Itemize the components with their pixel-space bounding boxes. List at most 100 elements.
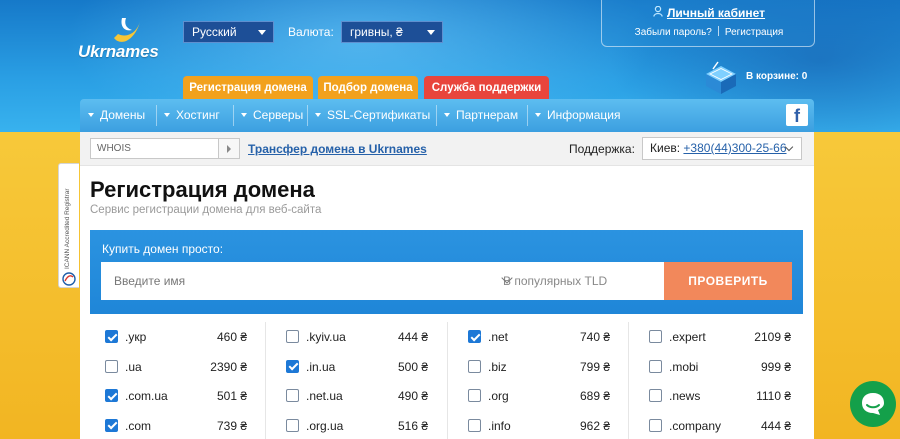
tld-row[interactable]: .org 689 ₴ (453, 381, 618, 411)
tld-checkbox[interactable] (286, 359, 299, 373)
currency-label: Валюта: (288, 25, 334, 39)
tld-price: 460 ₴ (216, 330, 247, 344)
tld-row[interactable]: .expert 2109 ₴ (634, 322, 799, 352)
tld-row[interactable]: .in.ua 500 ₴ (271, 352, 436, 382)
tld-checkbox[interactable] (105, 330, 118, 343)
tld-row[interactable]: .net 740 ₴ (453, 322, 618, 352)
nav-item-ssl[interactable]: SSL-Сертификаты (307, 99, 430, 132)
nav-item-partners[interactable]: Партнерам (436, 99, 518, 132)
tld-row[interactable]: .com.ua 501 ₴ (90, 381, 255, 411)
tld-row[interactable]: .company 444 ₴ (634, 411, 799, 439)
tld-checkbox[interactable] (468, 389, 481, 402)
tld-checkbox[interactable] (468, 330, 481, 343)
tld-price: 500 ₴ (397, 359, 428, 374)
tab-domain-registration[interactable]: Регистрация домена (183, 76, 313, 100)
tld-name: .in.ua (306, 359, 336, 374)
tld-price: 444 ₴ (760, 418, 791, 433)
tld-name: .org (488, 389, 509, 403)
tld-checkbox[interactable] (649, 389, 662, 402)
tld-name: .news (669, 389, 701, 403)
tld-name: .kyiv.ua (306, 330, 346, 344)
tld-checkbox[interactable] (105, 418, 118, 432)
search-label: Купить домен просто: (102, 242, 224, 256)
arrow-right-icon (227, 145, 231, 153)
icann-logo-icon (62, 272, 76, 286)
nav-item-servers[interactable]: Серверы (233, 99, 303, 132)
tld-price: 444 ₴ (397, 330, 428, 344)
tld-checkbox[interactable] (649, 418, 662, 432)
tld-row[interactable]: .net.ua 490 ₴ (271, 381, 436, 411)
caret-down-icon (88, 113, 94, 117)
domain-search-box: Купить домен просто: Введите имя В попул… (90, 230, 803, 314)
nav-item-label: SSL-Сертификаты (327, 108, 431, 122)
column-divider (265, 322, 266, 439)
tld-name: .biz (488, 359, 507, 374)
tld-column: .kyiv.ua 444 ₴ .in.ua 500 ₴ .net.ua 490 ₴ .org… (271, 322, 436, 439)
tld-checkbox[interactable] (105, 389, 118, 402)
caret-down-icon (444, 113, 450, 117)
nav-item-domains[interactable]: Домены (80, 99, 145, 132)
tld-name: .net (488, 330, 509, 344)
tld-row[interactable]: .news 1110 ₴ (634, 381, 799, 411)
nav-item-label: Хостинг (176, 108, 220, 122)
currency-select[interactable]: гривны, ₴ (341, 21, 443, 43)
nav-item-hosting[interactable]: Хостинг (156, 99, 220, 132)
nav-item-label: Домены (100, 108, 146, 122)
user-icon (653, 5, 663, 20)
check-button[interactable]: ПРОВЕРИТЬ (664, 262, 792, 300)
tld-price: 799 ₴ (579, 359, 610, 374)
account-link[interactable]: Личный кабинет (602, 5, 816, 20)
tld-row[interactable]: .укр 460 ₴ (90, 322, 255, 352)
register-link[interactable]: Регистрация (725, 27, 783, 38)
support-phone-select[interactable]: Киев: +380(44)300-25-66 (642, 137, 802, 160)
tld-name: .info (488, 418, 511, 433)
caret-down-icon (241, 113, 247, 117)
tld-price: 2390 ₴ (210, 359, 247, 374)
column-divider (628, 322, 629, 439)
tld-checkbox[interactable] (105, 359, 118, 373)
tld-price: 962 ₴ (579, 418, 610, 433)
whois-submit-button[interactable] (218, 138, 240, 159)
tld-row[interactable]: .biz 799 ₴ (453, 352, 618, 382)
tld-checkbox[interactable] (286, 389, 299, 402)
content-panel: WHOIS Трансфер домена в Ukrnames Поддерж… (80, 132, 814, 439)
chat-button[interactable] (850, 381, 896, 427)
tld-price: 739 ₴ (216, 418, 247, 433)
tld-row[interactable]: .mobi 999 ₴ (634, 352, 799, 382)
tab-support[interactable]: Служба поддержки (424, 76, 549, 100)
tld-checkbox[interactable] (468, 418, 481, 432)
tld-row[interactable]: .kyiv.ua 444 ₴ (271, 322, 436, 352)
tld-row[interactable]: .com 739 ₴ (90, 411, 255, 439)
nav-item-info[interactable]: Информация (527, 99, 620, 132)
cart[interactable]: В корзине: 0 (702, 60, 822, 96)
nav-item-label: Партнерам (456, 108, 519, 122)
tab-domain-search[interactable]: Подбор домена (318, 76, 418, 100)
tld-checkbox[interactable] (649, 330, 662, 343)
tld-price: 490 ₴ (397, 389, 428, 403)
domain-name-input[interactable]: Введите имя (101, 262, 501, 300)
icann-badge[interactable]: ICANN Accredited Registrar (58, 163, 79, 288)
nav-item-label: Серверы (253, 108, 304, 122)
tld-checkbox[interactable] (468, 359, 481, 373)
facebook-icon[interactable]: f (786, 104, 808, 126)
icann-badge-text: ICANN Accredited Registrar (64, 188, 71, 269)
tld-checkbox[interactable] (286, 418, 299, 432)
support-phone[interactable]: +380(44)300-25-66 (683, 141, 786, 155)
tld-row[interactable]: .info 962 ₴ (453, 411, 618, 439)
tld-name: .org.ua (306, 418, 344, 433)
support-label: Поддержка: (569, 142, 635, 156)
transfer-domain-link[interactable]: Трансфер домена в Ukrnames (248, 142, 427, 156)
tld-row[interactable]: .ua 2390 ₴ (90, 352, 255, 382)
tld-checkbox[interactable] (649, 359, 662, 373)
tld-select[interactable]: В популярных TLD (501, 262, 664, 300)
tld-checkbox[interactable] (286, 330, 299, 343)
forgot-password-link[interactable]: Забыли пароль? (635, 27, 712, 38)
tld-column: .net 740 ₴ .biz 799 ₴ .org 689 ₴ .info 962 ₴ (453, 322, 618, 439)
tld-row[interactable]: .org.ua 516 ₴ (271, 411, 436, 439)
cart-label: В корзине: 0 (746, 71, 808, 82)
tld-price: 1110 ₴ (756, 389, 791, 403)
logo[interactable]: Ukrnames (78, 16, 178, 64)
tld-price: 2109 ₴ (754, 330, 791, 344)
account-sublinks: Забыли пароль? Регистрация (602, 26, 816, 38)
language-select[interactable]: Русский (183, 21, 274, 43)
